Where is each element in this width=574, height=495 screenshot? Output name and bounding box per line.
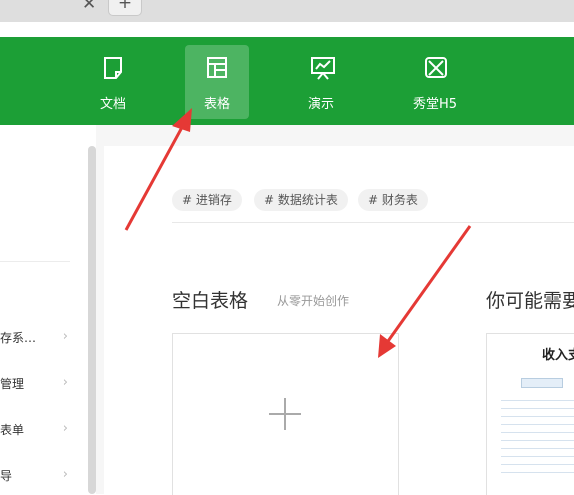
annotation-arrow — [378, 225, 472, 358]
annotation-arrow — [124, 108, 192, 231]
annotation-arrows — [124, 108, 472, 358]
